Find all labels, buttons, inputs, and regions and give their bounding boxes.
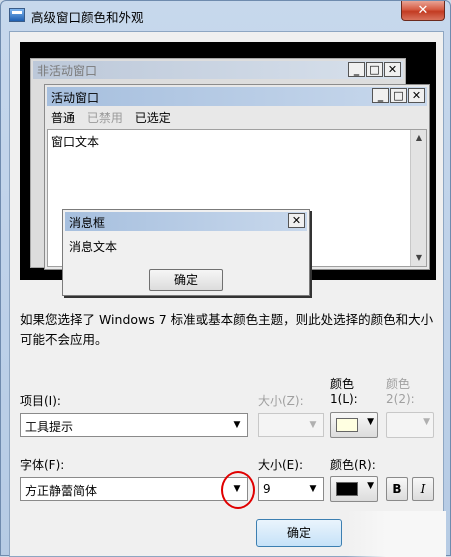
message-text: 消息文本 <box>69 240 118 254</box>
close-button[interactable]: ✕ <box>401 1 445 21</box>
color1-label-line2: 1(L): <box>330 392 358 406</box>
chevron-down-icon: ▼ <box>423 417 430 427</box>
inactive-title-bar[interactable]: 非活动窗口 _ □ ✕ <box>33 61 403 79</box>
font-size-select[interactable]: 9 ▼ <box>258 477 324 501</box>
color1-label-line1: 颜色 <box>330 377 355 391</box>
app-icon <box>9 8 25 22</box>
maximize-icon: □ <box>390 88 407 103</box>
item-label: 项目(I): <box>20 394 61 408</box>
italic-button[interactable]: I <box>412 477 434 501</box>
font-color-swatch <box>336 482 358 496</box>
menu-item-normal[interactable]: 普通 <box>51 111 75 125</box>
item-size-select[interactable]: ▼ <box>258 413 324 437</box>
chevron-down-icon: ▼ <box>309 484 317 494</box>
dialog-window: 高级窗口颜色和外观 ✕ 非活动窗口 _ □ ✕ 活动窗口 _ □ ✕ 普通 已禁… <box>0 0 451 557</box>
window-title: 高级窗口颜色和外观 <box>31 10 144 25</box>
menu-item-disabled[interactable]: 已禁用 <box>87 111 123 125</box>
maximize-icon: □ <box>366 62 383 77</box>
item-color2-button[interactable]: ▼ <box>386 412 434 438</box>
font-size-label: 大小(E): <box>258 458 303 472</box>
font-label: 字体(F): <box>20 458 65 472</box>
color1-swatch <box>336 418 358 432</box>
font-size-value: 9 <box>263 482 271 496</box>
minimize-icon: _ <box>372 88 389 103</box>
active-window-title: 活动窗口 <box>51 91 100 105</box>
scroll-up-icon: ▲ <box>415 133 423 142</box>
item-select[interactable]: 工具提示 ▼ <box>20 413 248 437</box>
item-size-label: 大小(Z): <box>258 394 304 408</box>
highlight-circle-annotation <box>221 471 255 509</box>
chevron-down-icon: ▼ <box>309 420 317 430</box>
minimize-icon: _ <box>348 62 365 77</box>
inactive-window-title: 非活动窗口 <box>37 64 98 78</box>
bold-button[interactable]: B <box>386 477 408 501</box>
font-select[interactable]: 方正静蕾简体 ▼ <box>20 477 248 501</box>
chevron-down-icon: ▼ <box>367 417 374 427</box>
item-color1-button[interactable]: ▼ <box>330 412 378 438</box>
font-color-button[interactable]: ▼ <box>330 476 378 502</box>
close-icon: ✕ <box>384 62 401 77</box>
preview-scrollbar[interactable]: ▲ ▼ <box>410 130 426 266</box>
close-icon: ✕ <box>288 213 305 228</box>
scroll-down-icon: ▼ <box>415 253 423 262</box>
message-box-ok-button[interactable]: 确定 <box>149 269 223 291</box>
appearance-preview[interactable]: 非活动窗口 _ □ ✕ 活动窗口 _ □ ✕ 普通 已禁用 已选定 窗口文本 ▲… <box>20 42 436 296</box>
menu-item-selected[interactable]: 已选定 <box>135 111 171 125</box>
chevron-down-icon: ▼ <box>233 420 241 430</box>
ok-button[interactable]: 确定 <box>256 519 342 547</box>
chevron-down-icon: ▼ <box>367 481 374 491</box>
font-color-label: 颜色(R): <box>330 458 376 472</box>
info-text: 如果您选择了 Windows 7 标准或基本颜色主题，则此处选择的颜色和大小可能… <box>20 312 434 347</box>
title-bar[interactable]: 高级窗口颜色和外观 ✕ <box>1 1 450 29</box>
window-text: 窗口文本 <box>51 135 100 149</box>
message-box-title-bar[interactable]: 消息框 ✕ <box>65 212 307 231</box>
blurred-area <box>346 511 446 557</box>
close-icon: ✕ <box>408 88 425 103</box>
color2-label-line2: 2(2): <box>386 392 415 406</box>
preview-message-box[interactable]: 消息框 ✕ 消息文本 确定 <box>62 209 310 296</box>
item-select-value: 工具提示 <box>25 420 74 434</box>
preview-menubar: 普通 已禁用 已选定 <box>51 109 179 127</box>
color2-label-line1: 颜色 <box>386 377 411 391</box>
font-select-value: 方正静蕾简体 <box>25 484 98 498</box>
message-box-title: 消息框 <box>69 216 106 230</box>
active-title-bar[interactable]: 活动窗口 _ □ ✕ <box>47 87 427 106</box>
